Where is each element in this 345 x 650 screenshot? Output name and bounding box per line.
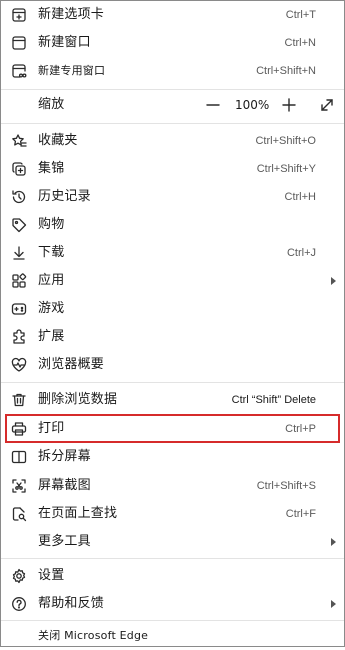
- divider: [1, 382, 344, 383]
- browser-settings-menu: 新建选项卡 Ctrl+T 新建窗口 Ctrl+N 新建专用窗口 Ctrl+Shi…: [0, 0, 345, 647]
- zoom-label: 缩放: [38, 97, 65, 112]
- submenu-arrow-icon: [331, 600, 336, 608]
- settings-gear-icon: [10, 567, 28, 585]
- menu-item-label: 扩展: [38, 329, 65, 344]
- menu-item-label: 集锦: [38, 161, 65, 176]
- plus-icon: [282, 98, 296, 112]
- split-screen-icon: [10, 448, 28, 466]
- submenu-arrow-icon: [331, 277, 336, 285]
- shortcut-text: Ctrl+H: [284, 191, 316, 203]
- shortcut-text: Ctrl+J: [286, 247, 316, 259]
- divider: [1, 558, 344, 559]
- shortcut-text: Ctrl+T: [285, 9, 316, 21]
- menu-item-collections[interactable]: 集锦 Ctrl+Shift+Y: [1, 155, 344, 183]
- menu-item-new-private-window[interactable]: 新建专用窗口 Ctrl+Shift+N: [1, 57, 344, 85]
- shortcut-text: Ctrl+N: [284, 37, 316, 49]
- menu-item-shopping[interactable]: 购物: [1, 211, 344, 239]
- shopping-tag-icon: [10, 216, 28, 234]
- menu-item-label: 新建专用窗口: [38, 64, 106, 77]
- download-icon: [10, 244, 28, 262]
- menu-item-label: 应用: [38, 273, 65, 288]
- private-window-icon: [10, 62, 28, 80]
- full-screen-button[interactable]: [315, 91, 339, 119]
- favorites-star-icon: [10, 132, 28, 150]
- zoom-in-button[interactable]: [277, 91, 301, 119]
- menu-item-split-screen[interactable]: 拆分屏幕: [1, 443, 344, 471]
- menu-item-label: 新建窗口: [38, 35, 91, 50]
- menu-item-games[interactable]: 游戏: [1, 295, 344, 323]
- menu-item-clear-browsing-data[interactable]: 删除浏览数据 Ctrl “Shift” Delete: [1, 386, 344, 414]
- full-screen-icon: [321, 99, 333, 111]
- menu-item-label: 删除浏览数据: [38, 392, 118, 407]
- new-tab-icon: [10, 6, 28, 24]
- menu-item-zoom: 缩放 100%: [1, 91, 344, 119]
- menu-item-label: 购物: [38, 217, 65, 232]
- menu-item-label: 拆分屏幕: [38, 449, 91, 464]
- shortcut-text: Ctrl+Shift+O: [255, 135, 316, 147]
- zoom-out-button[interactable]: [201, 91, 225, 119]
- menu-item-favorites[interactable]: 收藏夹 Ctrl+Shift+O: [1, 127, 344, 155]
- shortcut-text: Ctrl+F: [285, 508, 316, 520]
- menu-item-label: 设置: [38, 568, 65, 583]
- menu-item-find-on-page[interactable]: 在页面上查找 Ctrl+F: [1, 500, 344, 528]
- screenshot-scissors-icon: [10, 477, 28, 495]
- window-icon: [10, 34, 28, 52]
- divider: [1, 89, 344, 90]
- extensions-puzzle-icon: [10, 328, 28, 346]
- trash-icon: [10, 391, 28, 409]
- menu-item-new-window[interactable]: 新建窗口 Ctrl+N: [1, 29, 344, 57]
- menu-item-label: 游戏: [38, 301, 65, 316]
- menu-item-browser-essentials[interactable]: 浏览器概要: [1, 351, 344, 379]
- games-icon: [10, 300, 28, 318]
- menu-item-settings[interactable]: 设置: [1, 562, 344, 590]
- menu-item-label: 更多工具: [38, 534, 91, 549]
- printer-icon: [10, 420, 28, 438]
- menu-item-print[interactable]: 打印 Ctrl+P: [1, 415, 344, 443]
- menu-item-label: 收藏夹: [38, 133, 78, 148]
- shortcut-text: Ctrl “Shift” Delete: [231, 394, 316, 406]
- menu-item-label: 屏幕截图: [38, 478, 91, 493]
- collections-icon: [10, 160, 28, 178]
- menu-item-apps[interactable]: 应用: [1, 267, 344, 295]
- help-question-icon: [10, 595, 28, 613]
- heart-pulse-icon: [10, 356, 28, 374]
- menu-item-downloads[interactable]: 下载 Ctrl+J: [1, 239, 344, 267]
- menu-item-history[interactable]: 历史记录 Ctrl+H: [1, 183, 344, 211]
- menu-item-label: 帮助和反馈: [38, 596, 105, 611]
- menu-item-label: 关闭 Microsoft Edge: [38, 629, 149, 642]
- menu-item-new-tab[interactable]: 新建选项卡 Ctrl+T: [1, 1, 344, 29]
- menu-item-label: 下载: [38, 245, 65, 260]
- menu-item-label: 在页面上查找: [38, 506, 118, 521]
- menu-item-label: 浏览器概要: [38, 357, 105, 372]
- divider: [1, 620, 344, 621]
- divider: [1, 123, 344, 124]
- history-clock-icon: [10, 188, 28, 206]
- minus-icon: [206, 104, 220, 106]
- menu-item-help-feedback[interactable]: 帮助和反馈: [1, 590, 344, 618]
- apps-grid-icon: [10, 272, 28, 290]
- shortcut-text: Ctrl+P: [285, 423, 316, 435]
- shortcut-text: Ctrl+Shift+N: [256, 65, 316, 77]
- menu-item-label: 历史记录: [38, 189, 91, 204]
- zoom-value: 100%: [235, 98, 270, 112]
- submenu-arrow-icon: [331, 538, 336, 546]
- shortcut-text: Ctrl+Shift+Y: [256, 163, 316, 175]
- menu-item-close-edge[interactable]: 关闭 Microsoft Edge: [1, 622, 344, 650]
- menu-item-label: 新建选项卡: [38, 7, 105, 22]
- menu-item-extensions[interactable]: 扩展: [1, 323, 344, 351]
- find-on-page-icon: [10, 505, 28, 523]
- shortcut-text: Ctrl+Shift+S: [256, 480, 316, 492]
- menu-item-screenshot[interactable]: 屏幕截图 Ctrl+Shift+S: [1, 472, 344, 500]
- menu-item-more-tools[interactable]: 更多工具: [1, 528, 344, 556]
- menu-item-label: 打印: [38, 421, 65, 436]
